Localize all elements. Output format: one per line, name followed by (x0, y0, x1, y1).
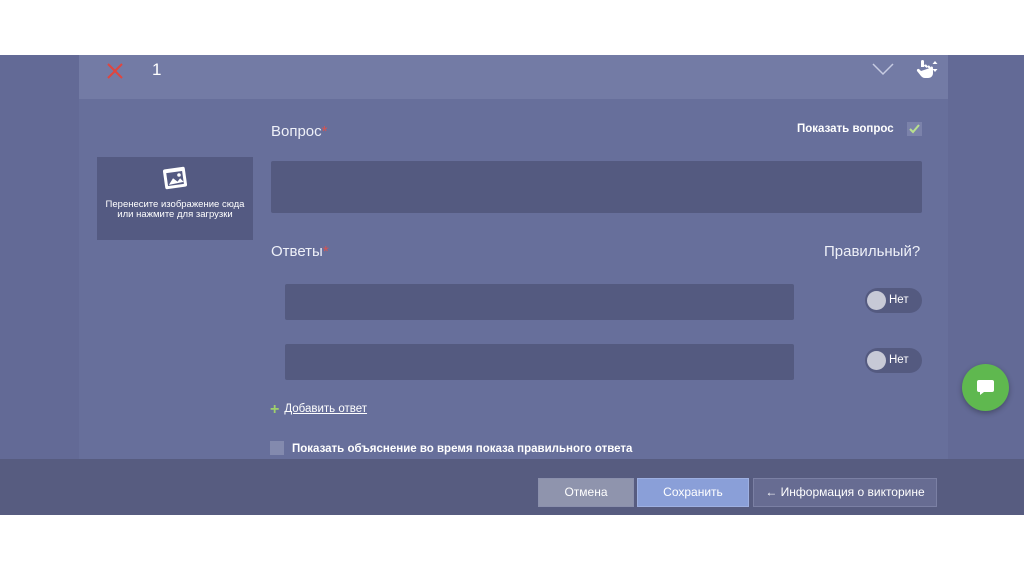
answers-label-row: Ответы* (271, 243, 329, 260)
add-answer-label: Добавить ответ (284, 403, 368, 415)
add-answer-link[interactable]: + Добавить ответ (270, 401, 367, 419)
cancel-button[interactable]: Отмена (538, 478, 634, 507)
image-icon (162, 166, 188, 190)
correct-toggle-2[interactable]: Нет (865, 348, 922, 373)
correct-toggle-1[interactable]: Нет (865, 288, 922, 313)
show-question-label: Показать вопрос (797, 123, 894, 135)
drag-hand-icon[interactable] (914, 58, 938, 80)
chat-icon (977, 380, 994, 395)
toggle-label: Нет (889, 354, 909, 366)
toggle-knob (867, 351, 886, 370)
close-icon[interactable] (105, 61, 125, 81)
chat-button[interactable] (962, 364, 1009, 411)
show-question-checkbox[interactable] (907, 122, 922, 136)
answers-label: Ответы (271, 243, 323, 260)
arrow-left-icon: ← (765, 485, 778, 499)
question-input[interactable] (271, 161, 922, 213)
required-mark: * (322, 243, 329, 260)
question-label: Вопрос (271, 123, 322, 140)
quiz-info-label: Информация о викторине (780, 485, 925, 499)
image-upload-dropzone[interactable]: Перенесите изображение сюда или нажмите … (97, 157, 253, 240)
question-card: 1 Перенесите изображение сюда или нажмит… (79, 55, 948, 459)
question-number: 1 (152, 60, 162, 79)
plus-icon: + (270, 401, 280, 418)
answer-input-2[interactable] (285, 344, 794, 380)
question-header: 1 (79, 55, 948, 99)
show-explanation-label: Показать объяснение во время показа прав… (292, 443, 633, 455)
quiz-editor: 1 Перенесите изображение сюда или нажмит… (0, 55, 1024, 515)
question-label-row: Вопрос* (271, 123, 328, 140)
correct-column-label: Правильный? (824, 243, 921, 260)
editor-footer: Отмена Сохранить ← Информация о викторин… (0, 459, 1024, 515)
required-mark: * (321, 123, 328, 140)
toggle-label: Нет (889, 294, 909, 306)
answer-input-1[interactable] (285, 284, 794, 320)
quiz-info-button[interactable]: ← Информация о викторине (753, 478, 937, 507)
show-explanation-checkbox[interactable] (270, 441, 284, 455)
save-button[interactable]: Сохранить (637, 478, 749, 507)
chevron-down-icon[interactable] (871, 61, 895, 77)
toggle-knob (867, 291, 886, 310)
image-upload-hint: Перенесите изображение сюда или нажмите … (105, 199, 245, 220)
show-explanation-option[interactable]: Показать объяснение во время показа прав… (270, 441, 632, 455)
